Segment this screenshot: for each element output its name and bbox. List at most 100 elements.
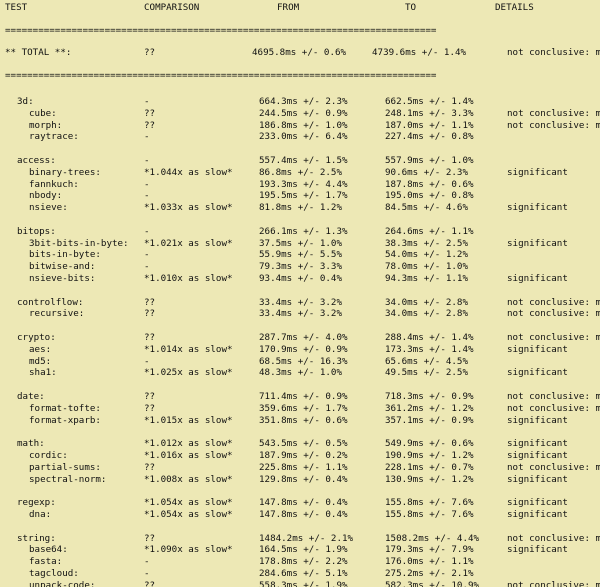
- test-comparison: *1.016x as slow*: [144, 450, 233, 461]
- test-name: fasta:: [29, 556, 63, 568]
- test-comparison: *1.010x as slow*: [144, 273, 233, 284]
- test-name: 3bit-bits-in-byte:: [29, 237, 129, 249]
- test-from: 129.8ms +/- 0.4%: [259, 473, 348, 485]
- test-comparison: ??: [144, 461, 156, 473]
- group-comparison: ??: [144, 532, 156, 544]
- test-row: raytrace: - 233.0ms +/- 6.4% 227.4ms +/- 0.…: [0, 131, 600, 143]
- test-details: not conclusive: might be *1.010x as slow…: [507, 461, 600, 473]
- group-to: 557.9ms +/- 1.0%: [385, 155, 474, 166]
- test-row: unpack-code:?? 558.3ms +/- 1.9% 582.3ms +/…: [0, 580, 600, 587]
- test-details: significant: [507, 544, 568, 556]
- group-details: not conclusive: might be *1.018x as slow…: [507, 296, 600, 308]
- group-to: 288.4ms +/- 1.4%: [385, 332, 474, 343]
- group-name: access:: [17, 155, 56, 166]
- group-details: not conclusive: might be *1.010x as slow…: [507, 391, 600, 402]
- header-comparison: COMPARISON: [144, 2, 200, 13]
- test-from: 186.8ms +/- 1.0%: [259, 119, 348, 131]
- test-to: 190.9ms +/- 1.2%: [385, 450, 474, 461]
- group-from: 664.3ms +/- 2.3%: [259, 96, 348, 107]
- test-comparison: *1.015x as slow*: [144, 414, 233, 426]
- test-to: 90.6ms +/- 2.3%: [385, 166, 468, 178]
- test-details: significant: [507, 273, 568, 284]
- group-to: 662.5ms +/- 1.4%: [385, 96, 474, 107]
- test-name: spectral-norm:: [29, 473, 107, 485]
- group-to: 155.8ms +/- 7.6%: [385, 497, 474, 509]
- test-to: 49.5ms +/- 2.5%: [385, 367, 468, 379]
- test-from: 68.5ms +/- 16.3%: [259, 355, 348, 367]
- group-row: string:?? 1484.2ms +/- 2.1% 1508.2ms +/- 4…: [0, 533, 600, 545]
- test-to: 173.3ms +/- 1.4%: [385, 343, 474, 355]
- test-comparison: *1.044x as slow*: [144, 166, 233, 178]
- group-comparison: *1.012x as slow*: [144, 438, 233, 450]
- group-from: 711.4ms +/- 0.9%: [259, 391, 348, 402]
- test-comparison: ??: [144, 579, 156, 587]
- test-comparison: -: [144, 178, 150, 190]
- total-row: ** TOTAL **: ?? 4695.8ms +/- 0.6% 4739.6…: [0, 47, 600, 59]
- test-to: 176.0ms +/- 1.1%: [385, 556, 474, 568]
- group-to: 718.3ms +/- 0.9%: [385, 391, 474, 402]
- test-comparison: ??: [144, 119, 156, 131]
- test-from: 86.8ms +/- 2.5%: [259, 166, 342, 178]
- test-name: raytrace:: [29, 131, 79, 143]
- group-from: 33.4ms +/- 3.2%: [259, 296, 342, 308]
- test-to: 195.0ms +/- 0.8%: [385, 190, 474, 202]
- test-name: nsieve:: [29, 202, 68, 214]
- test-details: significant: [507, 450, 568, 461]
- group-name: crypto:: [17, 332, 56, 343]
- test-name: format-tofte:: [29, 402, 101, 414]
- test-details: significant: [507, 166, 568, 178]
- test-to: 357.1ms +/- 0.9%: [385, 414, 474, 426]
- test-details: significant: [507, 237, 568, 249]
- total-details: not conclusive: might be *1.009x as slow…: [507, 47, 600, 58]
- test-row: bitwise-and: - 79.3ms +/- 3.3% 78.0ms +/- 1…: [0, 261, 600, 273]
- total-from: 4695.8ms +/- 0.6%: [252, 47, 347, 58]
- group-comparison: -: [144, 155, 150, 166]
- test-comparison: -: [144, 261, 150, 273]
- group-details: not conclusive: might be *1.016x as slow…: [507, 532, 600, 544]
- group-to: 1508.2ms +/- 4.4%: [385, 532, 480, 544]
- test-row: format-tofte:?? 359.6ms +/- 1.7% 361.2ms +…: [0, 403, 600, 415]
- test-from: 178.8ms +/- 2.2%: [259, 556, 348, 568]
- test-row: sha1: *1.025x as slow* 48.3ms +/- 1.0% 49.5…: [0, 367, 600, 379]
- test-comparison: -: [144, 131, 150, 143]
- test-from: 233.0ms +/- 6.4%: [259, 131, 348, 143]
- test-to: 228.1ms +/- 0.7%: [385, 461, 474, 473]
- test-to: 187.0ms +/- 1.1%: [385, 119, 474, 131]
- test-from: 351.8ms +/- 0.6%: [259, 414, 348, 426]
- test-to: 38.3ms +/- 2.5%: [385, 237, 468, 249]
- group-comparison: ??: [144, 332, 156, 343]
- test-row: morph:?? 186.8ms +/- 1.0% 187.0ms +/- 1.1%…: [0, 120, 600, 132]
- test-to: 34.0ms +/- 2.8%: [385, 308, 468, 320]
- test-row: dna: *1.054x as slow* 147.8ms +/- 0.4% 155.…: [0, 509, 600, 521]
- test-row: fannkuch: - 193.3ms +/- 4.4% 187.8ms +/- 0.…: [0, 179, 600, 191]
- group-row: access: - 557.4ms +/- 1.5% 557.9ms +/- 1.0%: [0, 155, 600, 167]
- group-row: regexp: *1.054x as slow* 147.8ms +/- 0.4% 1…: [0, 497, 600, 509]
- test-to: 227.4ms +/- 0.8%: [385, 131, 474, 143]
- test-comparison: -: [144, 556, 150, 568]
- test-to: 187.8ms +/- 0.6%: [385, 178, 474, 190]
- test-comparison: ??: [144, 308, 156, 320]
- test-to: 155.8ms +/- 7.6%: [385, 509, 474, 520]
- test-to: 54.0ms +/- 1.2%: [385, 249, 468, 261]
- group-to: 34.0ms +/- 2.8%: [385, 296, 468, 308]
- test-name: fannkuch:: [29, 178, 79, 190]
- group-from: 1484.2ms +/- 2.1%: [259, 532, 354, 544]
- test-comparison: *1.054x as slow*: [144, 509, 233, 520]
- test-to: 94.3ms +/- 1.1%: [385, 273, 468, 284]
- test-details: not conclusive: might be *1.018x as slow…: [507, 308, 600, 320]
- test-name: unpack-code:: [29, 579, 96, 587]
- test-to: 78.0ms +/- 1.0%: [385, 261, 468, 273]
- test-row: cordic: *1.016x as slow* 187.9ms +/- 0.2% 1…: [0, 450, 600, 462]
- test-comparison: -: [144, 249, 150, 261]
- test-details: significant: [507, 414, 568, 426]
- test-comparison: -: [144, 355, 150, 367]
- test-to: 84.5ms +/- 4.6%: [385, 202, 468, 214]
- test-comparison: -: [144, 190, 150, 202]
- group-comparison: *1.054x as slow*: [144, 497, 233, 509]
- group-comparison: -: [144, 225, 150, 237]
- group-row: date:?? 711.4ms +/- 0.9% 718.3ms +/- 0.9% n…: [0, 391, 600, 403]
- test-comparison: ??: [144, 107, 156, 119]
- test-row: base64: *1.090x as slow* 164.5ms +/- 1.9% 1…: [0, 544, 600, 556]
- test-name: nbody:: [29, 190, 63, 202]
- test-from: 81.8ms +/- 1.2%: [259, 202, 342, 214]
